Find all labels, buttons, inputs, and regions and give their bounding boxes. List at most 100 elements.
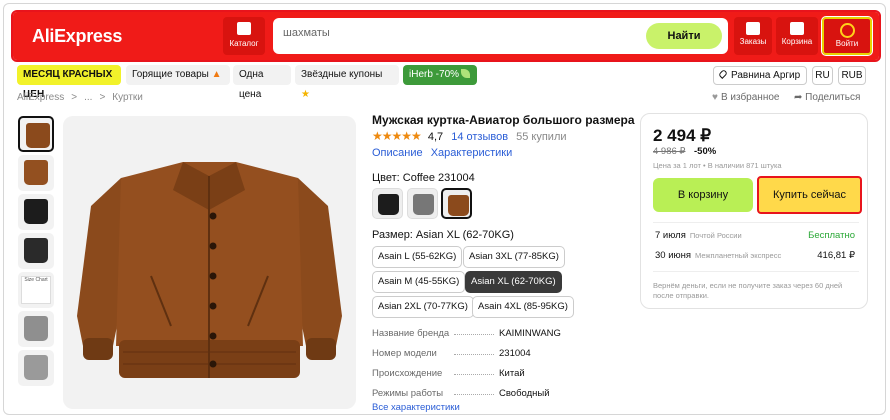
thumbnail-black-jacket[interactable] — [18, 194, 54, 230]
old-price: 4 986 ₽ — [653, 146, 686, 157]
thumbnail-black-jacket-2[interactable] — [18, 233, 54, 269]
specs-list: Название бренда KAIMINWANG Номер модели 23… — [372, 328, 612, 408]
shipping-date: 30 июня — [655, 250, 692, 261]
jacket-image — [24, 199, 48, 224]
size-option-4xl[interactable]: Asain 4XL (85-95KG) — [472, 296, 574, 318]
right-cuff — [306, 338, 336, 360]
catalog-icon — [237, 22, 251, 35]
size-option-2xl[interactable]: Asian 2XL (70-77KG) — [372, 296, 474, 318]
buy-now-button[interactable]: Купить сейчас — [757, 176, 862, 214]
spec-value: KAIMINWANG — [499, 328, 561, 339]
header-bar: AliExpress Каталог Найти Заказы Корзина … — [11, 10, 881, 62]
heart-icon: ♥ — [712, 92, 718, 103]
spec-row: Номер модели 231004 — [372, 348, 612, 368]
size-option-3xl[interactable]: Asian 3XL (77-85KG) — [463, 246, 565, 268]
search-box: Найти — [273, 18, 728, 54]
color-swatch-black[interactable] — [372, 188, 403, 219]
swatch-image — [448, 195, 469, 216]
location-selector[interactable]: Равнина Аргир — [713, 66, 807, 85]
left-cuff — [83, 338, 113, 360]
spec-key: Режимы работы — [372, 388, 444, 399]
shipping-method: Межпланетный экспресс — [695, 251, 782, 260]
rating-row: ★★★★★ 4,7 14 отзывов 55 купили — [372, 129, 567, 143]
divider — [653, 271, 859, 272]
button-6 — [209, 360, 217, 368]
thumbnail-brown-jacket[interactable] — [18, 116, 54, 152]
spec-dots — [454, 354, 494, 355]
promo-hot-deals[interactable]: Горящие товары ▲ — [126, 65, 230, 85]
promo-iherb[interactable]: iHerb -70% — [403, 65, 477, 85]
all-characteristics-link[interactable]: Все характеристики — [372, 402, 460, 413]
size-option-xl[interactable]: Asian XL (62-70KG) — [465, 271, 562, 293]
button-5 — [209, 332, 217, 340]
login-label: Войти — [835, 39, 859, 48]
promo-month-red-prices[interactable]: МЕСЯЦ КРАСНЫХ ЦЕН — [17, 65, 121, 100]
spec-key: Название бренда — [372, 328, 450, 339]
promo-star-coupons[interactable]: Звёздные купоны ★ — [295, 65, 399, 100]
add-to-favorites[interactable]: ♥ В избранное — [712, 92, 779, 103]
promo-one-price[interactable]: Одна цена — [233, 65, 291, 100]
reviews-link[interactable]: 14 отзывов — [451, 131, 508, 143]
sold-count: 55 купили — [516, 131, 567, 143]
spec-row: Название бренда KAIMINWANG — [372, 328, 612, 348]
orders-button[interactable]: Заказы — [734, 17, 772, 55]
breadcrumb-jackets[interactable]: Куртки — [112, 92, 143, 103]
jacket-image — [24, 160, 48, 185]
spec-dots — [454, 334, 494, 335]
catalog-label: Каталог — [229, 39, 259, 48]
cart-button[interactable]: Корзина — [776, 17, 818, 55]
spec-key: Происхождение — [372, 368, 443, 379]
size-option-m[interactable]: Asain M (45-55KG) — [372, 271, 466, 293]
share-button[interactable]: ➦ Поделиться — [794, 92, 860, 103]
spec-value: Китай — [499, 368, 525, 379]
chevron-right-icon: > — [71, 92, 78, 103]
tab-characteristics[interactable]: Характеристики — [431, 147, 513, 159]
search-button[interactable]: Найти — [646, 23, 722, 49]
jacket-image — [24, 238, 48, 263]
share-icon: ➦ — [794, 92, 806, 103]
breadcrumb: AliExpress >... > Куртки — [17, 92, 150, 103]
share-label: Поделиться — [805, 92, 861, 103]
star-icon: ★ — [301, 89, 310, 100]
aliexpress-logo[interactable]: AliExpress — [32, 26, 122, 47]
swatch-image — [413, 194, 434, 215]
cart-label: Корзина — [781, 37, 813, 46]
thumbnail-size-chart[interactable]: Size Chart — [18, 272, 54, 308]
breadcrumb-home[interactable]: AliExpress — [17, 92, 64, 103]
tab-description[interactable]: Описание — [372, 147, 423, 159]
refund-note: Вернём деньги, если не получите заказ че… — [653, 281, 843, 300]
current-price: 2 494 ₽ — [653, 126, 712, 145]
color-swatch-gray[interactable] — [407, 188, 438, 219]
product-tabs: Описание Характеристики — [372, 147, 517, 159]
promo-coupons-label: Звёздные купоны — [301, 69, 383, 80]
thumbnail-gray-jacket-2[interactable] — [18, 350, 54, 386]
thumbnail-brown-jacket-2[interactable] — [18, 155, 54, 191]
shipping-option-1[interactable]: 7 июля Почтой России — [655, 230, 742, 241]
cart-icon — [790, 22, 804, 35]
promo-hot-label: Горящие товары — [132, 69, 209, 80]
main-product-image[interactable] — [63, 116, 356, 409]
spec-value: 231004 — [499, 348, 531, 359]
thumbnail-gray-jacket[interactable] — [18, 311, 54, 347]
jacket-illustration — [77, 162, 342, 378]
orders-icon — [746, 22, 760, 35]
stock-note: Цена за 1 лот • В наличии 871 штука — [653, 161, 782, 170]
catalog-button[interactable]: Каталог — [223, 17, 265, 55]
chevron-right-icon: > — [99, 92, 106, 103]
location-pin-icon — [718, 69, 728, 79]
search-input[interactable] — [283, 27, 643, 39]
shipping-price: Бесплатно — [808, 230, 855, 241]
button-3 — [209, 272, 217, 280]
color-swatch-coffee[interactable] — [441, 188, 472, 219]
language-selector[interactable]: RU — [812, 66, 833, 85]
spec-dots — [454, 374, 494, 375]
currency-selector[interactable]: RUB — [838, 66, 866, 85]
login-button[interactable]: Войти — [821, 16, 873, 56]
size-option-l[interactable]: Asain L (55-62KG) — [372, 246, 463, 268]
promo-iherb-label: iHerb -70% — [409, 69, 460, 80]
shipping-option-2[interactable]: 30 июня Межпланетный экспресс — [655, 250, 781, 261]
add-to-cart-button[interactable]: В корзину — [653, 178, 753, 212]
color-label: Цвет: Coffee 231004 — [372, 172, 475, 184]
breadcrumb-ellipsis[interactable]: ... — [84, 92, 92, 103]
shipping-method: Почтой России — [689, 231, 742, 240]
